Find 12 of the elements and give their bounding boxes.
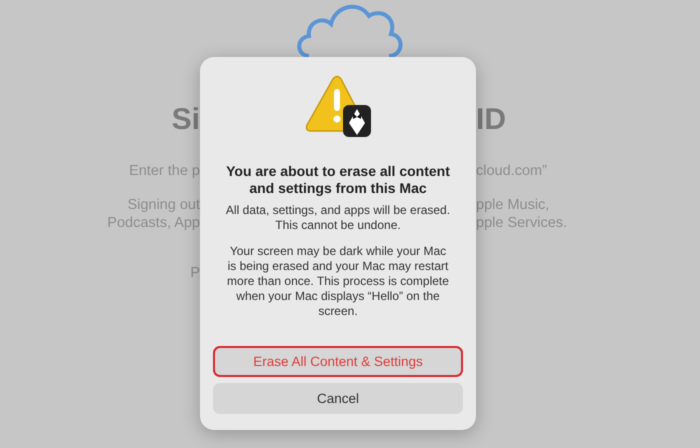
message-text: Your screen may be dark while your Mac is being erased and your Mac may restart more than once. This process is complete when your Mac displays “Hello” on the screen. xyxy=(226,244,450,319)
description-text: Signing out xyxy=(127,197,200,213)
warning-icon xyxy=(303,75,373,139)
cancel-button[interactable]: Cancel xyxy=(213,383,463,414)
page-title: Si xyxy=(172,103,200,136)
description-text: pple Services. xyxy=(476,215,568,231)
description-text: Podcasts, App xyxy=(107,215,200,231)
message-text: All data, settings, and apps will be erased. This cannot be undone. xyxy=(224,203,452,233)
dialog-title: You are about to erase all content and settings from this Mac xyxy=(225,163,451,197)
page-title: ID xyxy=(476,103,506,136)
description-text: pple Music, xyxy=(476,197,550,213)
description-text: cloud.com” xyxy=(476,163,547,179)
